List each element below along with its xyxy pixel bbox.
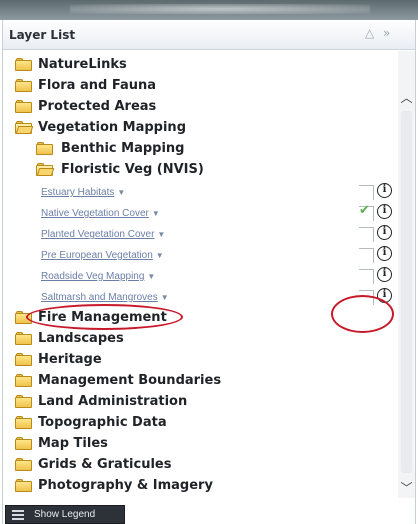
caret-down-icon[interactable]: ▼	[117, 188, 125, 197]
folder-label: Benthic Mapping	[61, 141, 185, 156]
layer-checkbox[interactable]	[359, 227, 374, 242]
layer-checkbox[interactable]	[359, 269, 374, 284]
layer-link[interactable]: Estuary Habitats ▼	[41, 187, 125, 198]
folder-label: NatureLinks	[38, 57, 127, 72]
folder-item-floristic-veg[interactable]: Floristic Veg (NVIS)	[3, 160, 398, 181]
folder-item-management-boundaries[interactable]: Management Boundaries	[3, 371, 398, 392]
layer-list-panel: Layer List △ » NatureLinks Flora and Fau…	[2, 20, 416, 524]
folder-item-map-tiles[interactable]: Map Tiles	[3, 434, 398, 455]
folder-label: Land Administration	[38, 394, 188, 409]
folder-icon	[15, 374, 32, 387]
folder-label: Topographic Data	[38, 415, 167, 430]
folder-item-flora-and-fauna[interactable]: Flora and Fauna	[3, 76, 398, 97]
folder-icon	[15, 332, 32, 345]
folder-label: Management Boundaries	[38, 373, 222, 388]
panel-title: Layer List	[9, 28, 76, 42]
list-icon	[12, 509, 28, 521]
folder-icon	[36, 142, 53, 155]
folder-icon	[15, 79, 32, 92]
layer-link[interactable]: Planted Vegetation Cover ▼	[41, 229, 165, 240]
panel-header: Layer List △ »	[3, 20, 415, 50]
folder-item-naturelinks[interactable]: NatureLinks	[3, 55, 398, 76]
folder-icon	[15, 458, 32, 471]
folder-icon	[15, 416, 32, 429]
folder-item-landscapes[interactable]: Landscapes	[3, 329, 398, 350]
layer-checkbox[interactable]	[359, 248, 374, 263]
vertical-scrollbar[interactable]: ︿ ﹀	[398, 51, 415, 498]
layer-row-planted-vegetation-cover: Planted Vegetation Cover ▼ i	[3, 224, 398, 245]
folder-item-vegetation-mapping[interactable]: Vegetation Mapping	[3, 118, 398, 139]
folder-item-benthic-mapping[interactable]: Benthic Mapping	[3, 139, 398, 160]
folder-label: Grids & Graticules	[38, 457, 172, 472]
caret-down-icon[interactable]: ▼	[156, 251, 164, 260]
caret-down-icon[interactable]: ▼	[157, 230, 165, 239]
info-icon[interactable]: i	[377, 267, 392, 282]
folder-item-protected-areas[interactable]: Protected Areas	[3, 97, 398, 118]
layer-checkbox[interactable]	[359, 185, 374, 200]
folder-open-icon	[36, 163, 55, 176]
folder-icon	[15, 58, 32, 71]
layer-row-native-vegetation-cover: Native Vegetation Cover ▼ ✔ i	[3, 203, 398, 224]
folder-item-grids-and-graticules[interactable]: Grids & Graticules	[3, 455, 398, 476]
layer-link[interactable]: Saltmarsh and Mangroves ▼	[41, 292, 169, 303]
layer-link[interactable]: Pre European Vegetation ▼	[41, 250, 164, 261]
show-legend-label: Show Legend	[34, 509, 96, 520]
folder-label: Landscapes	[38, 331, 124, 346]
checkmark-icon: ✔	[359, 203, 370, 218]
folder-open-icon	[15, 121, 34, 134]
folder-item-land-administration[interactable]: Land Administration	[3, 392, 398, 413]
folder-label: Flora and Fauna	[38, 78, 157, 93]
folder-label: Protected Areas	[38, 99, 157, 114]
folder-icon	[15, 395, 32, 408]
layer-link[interactable]: Roadside Veg Mapping ▼	[41, 271, 155, 282]
layer-row-roadside-veg-mapping: Roadside Veg Mapping ▼ i	[3, 266, 398, 287]
chevron-up-icon[interactable]: ︿	[398, 91, 415, 105]
panel-footer: Show Legend	[3, 498, 415, 524]
folder-item-heritage[interactable]: Heritage	[3, 350, 398, 371]
triangle-up-icon[interactable]: △	[365, 26, 374, 40]
folder-label: Heritage	[38, 352, 102, 367]
info-icon[interactable]: i	[377, 183, 392, 198]
layer-link[interactable]: Native Vegetation Cover ▼	[41, 208, 160, 219]
info-icon[interactable]: i	[377, 246, 392, 261]
double-chevron-right-icon[interactable]: »	[383, 26, 390, 40]
chevron-down-icon[interactable]: ﹀	[398, 481, 415, 495]
window-bar-sheen	[70, 4, 370, 14]
top-window-bar	[0, 0, 418, 20]
show-legend-button[interactable]: Show Legend	[5, 505, 125, 524]
folder-icon	[15, 353, 32, 366]
folder-icon	[15, 437, 32, 450]
folder-icon	[15, 100, 32, 113]
caret-down-icon[interactable]: ▼	[152, 209, 160, 218]
folder-label: Map Tiles	[38, 436, 108, 451]
folder-label: Vegetation Mapping	[38, 120, 186, 135]
folder-label: Floristic Veg (NVIS)	[61, 162, 204, 177]
folder-icon	[15, 479, 32, 492]
layer-row-estuary-habitats: Estuary Habitats ▼ i	[3, 182, 398, 203]
folder-item-photography-and-imagery[interactable]: Photography & Imagery	[3, 476, 398, 497]
highlight-ellipse-layer-name	[26, 304, 183, 330]
folder-label: Photography & Imagery	[38, 478, 213, 493]
info-icon[interactable]: i	[377, 225, 392, 240]
caret-down-icon[interactable]: ▼	[147, 272, 155, 281]
caret-down-icon[interactable]: ▼	[161, 293, 169, 302]
highlight-ellipse-checkbox	[331, 295, 394, 333]
info-icon[interactable]: i	[377, 204, 392, 219]
folder-item-topographic-data[interactable]: Topographic Data	[3, 413, 398, 434]
scrollbar-track[interactable]	[401, 111, 412, 473]
layer-tree: NatureLinks Flora and Fauna Protected Ar…	[3, 51, 398, 498]
layer-row-pre-european-vegetation: Pre European Vegetation ▼ i	[3, 245, 398, 266]
